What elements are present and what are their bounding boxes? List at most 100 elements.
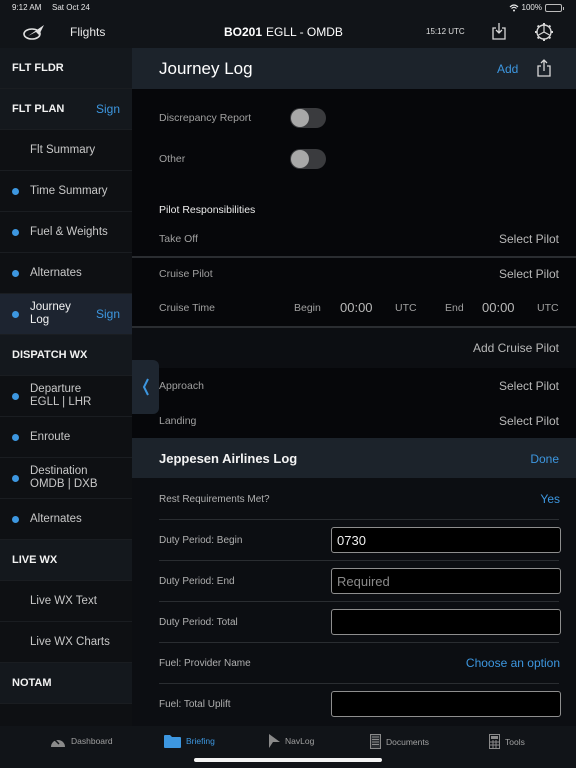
sidebar-item-enroute[interactable]: Enroute	[0, 417, 132, 458]
fuel-uplift-input[interactable]	[331, 691, 561, 717]
airline-log-title: Jeppesen Airlines Log	[159, 451, 298, 466]
other-toggle[interactable]	[290, 149, 326, 169]
sidebar-item-label: FLT FLDR	[12, 61, 64, 74]
cruise-begin-time[interactable]: 00:00	[340, 300, 373, 315]
divider	[159, 519, 559, 520]
tab-tools[interactable]: Tools	[489, 734, 525, 749]
sidebar-item-live-wx-charts[interactable]: Live WX Charts	[0, 622, 132, 663]
sidebar-section-flt-fldr[interactable]: FLT FLDR	[0, 48, 132, 89]
rest-requirements-row: Rest Requirements Met? Yes	[132, 492, 576, 512]
sidebar-item-journey-log[interactable]: Journey Log Sign	[0, 294, 132, 335]
navigation-arrow-icon	[269, 734, 280, 748]
document-icon	[370, 734, 381, 749]
cruise-pilot-select[interactable]: Select Pilot	[499, 267, 559, 281]
sidebar-item-wx-alternates[interactable]: Alternates	[0, 499, 132, 540]
landing-row[interactable]: Landing Select Pilot	[132, 413, 576, 433]
sidebar: FLT FLDR FLT PLAN Sign Flt Summary Time …	[0, 48, 132, 726]
sidebar-item-label: Destination OMDB | DXB	[30, 465, 98, 491]
home-indicator[interactable]	[194, 758, 382, 762]
status-dot-icon	[12, 392, 19, 400]
add-cruise-pilot-button[interactable]: Add Cruise Pilot	[473, 341, 559, 355]
add-button[interactable]: Add	[497, 62, 518, 76]
rest-requirements-value[interactable]: Yes	[540, 492, 560, 506]
approach-select[interactable]: Select Pilot	[499, 379, 559, 393]
tab-dashboard[interactable]: Dashboard	[50, 734, 113, 748]
pilot-responsibilities-heading: Pilot Responsibilities	[159, 204, 256, 216]
cruise-end-label: End	[445, 302, 464, 314]
cruise-pilot-row[interactable]: Cruise Pilot Select Pilot	[132, 266, 576, 286]
cruise-pilot-label: Cruise Pilot	[159, 268, 213, 280]
duty-total-input[interactable]	[331, 609, 561, 635]
duty-end-input[interactable]	[331, 568, 561, 594]
approach-label: Approach	[159, 380, 204, 392]
sidebar-item-time-summary[interactable]: Time Summary	[0, 171, 132, 212]
toggle-knob	[291, 109, 309, 127]
label-line-2: EGLL | LHR	[30, 396, 92, 408]
sidebar-item-fuel-weights[interactable]: Fuel & Weights	[0, 212, 132, 253]
duty-begin-label: Duty Period: Begin	[159, 535, 243, 546]
utc-clock: 15:12 UTC	[426, 27, 465, 36]
discrepancy-report-label: Discrepancy Report	[159, 112, 252, 124]
sidebar-section-dispatch-wx[interactable]: DISPATCH WX	[0, 335, 132, 376]
sidebar-item-live-wx-text[interactable]: Live WX Text	[0, 581, 132, 622]
logo-icon[interactable]	[22, 22, 46, 42]
tab-documents[interactable]: Documents	[370, 734, 429, 749]
status-dot-icon	[12, 310, 19, 318]
airline-log-header: Jeppesen Airlines Log Done	[132, 438, 576, 478]
share-icon[interactable]	[537, 59, 551, 77]
page-title: Journey Log	[159, 59, 253, 78]
sidebar-item-label: NOTAM	[12, 676, 52, 689]
other-row: Other	[132, 149, 576, 171]
label-line-2: OMDB | DXB	[30, 478, 98, 490]
sidebar-section-notam[interactable]: NOTAM	[0, 663, 132, 704]
sign-flt-plan-button[interactable]: Sign	[96, 102, 120, 116]
gear-icon[interactable]	[534, 22, 554, 42]
sidebar-item-label: Alternates	[30, 266, 82, 279]
approach-row[interactable]: Approach Select Pilot	[132, 378, 576, 398]
take-off-select[interactable]: Select Pilot	[499, 232, 559, 246]
tab-label: Dashboard	[71, 736, 113, 746]
tab-briefing[interactable]: Briefing	[164, 734, 215, 748]
sidebar-item-alternates[interactable]: Alternates	[0, 253, 132, 294]
top-nav-bar: Flights BO201 EGLL - OMDB 15:12 UTC	[0, 16, 576, 48]
flights-button[interactable]: Flights	[70, 25, 105, 39]
sign-journey-log-button[interactable]: Sign	[96, 307, 120, 321]
sidebar-item-destination[interactable]: Destination OMDB | DXB	[0, 458, 132, 499]
status-dot-icon	[12, 515, 19, 523]
sidebar-item-label: Live WX Text	[30, 594, 97, 607]
cruise-begin-unit: UTC	[395, 302, 417, 314]
fuel-uplift-row: Fuel: Total Uplift	[132, 691, 576, 719]
cruise-begin-label: Begin	[294, 302, 321, 314]
discrepancy-report-toggle[interactable]	[290, 108, 326, 128]
sidebar-section-flt-plan[interactable]: FLT PLAN Sign	[0, 89, 132, 130]
sidebar-section-live-wx[interactable]: LIVE WX	[0, 540, 132, 581]
divider	[132, 256, 576, 258]
journey-log-panel: Journey Log Add Discrepancy Report Other…	[132, 48, 576, 726]
collapse-sidebar-button[interactable]	[132, 360, 159, 414]
landing-select[interactable]: Select Pilot	[499, 414, 559, 428]
tab-label: NavLog	[285, 736, 315, 746]
tab-navlog[interactable]: NavLog	[268, 734, 314, 748]
sidebar-item-label: LIVE WX	[12, 553, 58, 566]
fuel-provider-select[interactable]: Choose an option	[466, 656, 560, 670]
divider	[159, 642, 559, 643]
download-icon[interactable]	[491, 22, 507, 40]
status-bar: 9:12 AM Sat Oct 24 100%	[0, 0, 576, 16]
toggle-knob	[291, 150, 309, 168]
sidebar-item-departure[interactable]: Departure EGLL | LHR	[0, 376, 132, 417]
take-off-row[interactable]: Take Off Select Pilot	[132, 231, 576, 251]
duty-total-row: Duty Period: Total	[132, 609, 576, 637]
cruise-end-time[interactable]: 00:00	[482, 300, 515, 315]
status-dot-icon	[12, 433, 19, 441]
battery-icon	[545, 3, 564, 12]
other-label: Other	[159, 153, 186, 165]
gauge-icon	[51, 739, 65, 747]
fuel-uplift-label: Fuel: Total Uplift	[159, 699, 231, 710]
flight-route: EGLL - OMDB	[266, 25, 343, 39]
panel-header: Journey Log Add	[132, 48, 576, 89]
duty-begin-input[interactable]	[331, 527, 561, 553]
done-button[interactable]: Done	[530, 452, 559, 466]
landing-label: Landing	[159, 415, 197, 427]
sidebar-item-flt-summary[interactable]: Flt Summary	[0, 130, 132, 171]
rest-requirements-label: Rest Requirements Met?	[159, 494, 270, 505]
